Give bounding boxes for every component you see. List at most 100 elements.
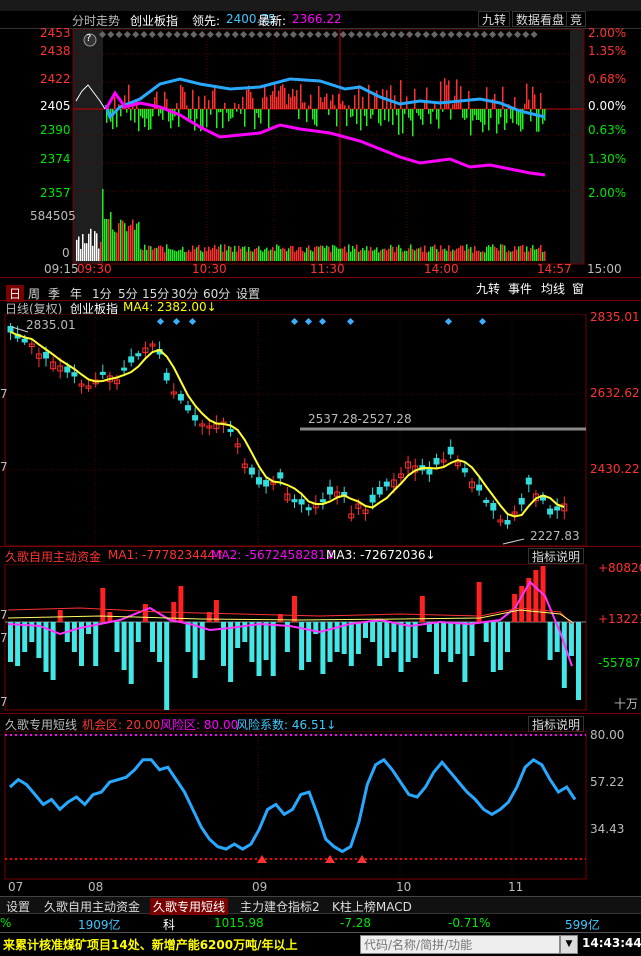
- intraday-buy-bar: [340, 103, 342, 109]
- volume-bar: [446, 250, 448, 261]
- kline-event-diamond: [304, 317, 313, 326]
- volume-bar: [456, 248, 458, 261]
- intraday-sell-bar: [336, 109, 338, 127]
- intraday-buy-bar: [458, 101, 460, 109]
- kline-candle: [305, 507, 312, 511]
- news-ticker[interactable]: 来累计核准煤矿项目14处、新增产能6200万吨/年以上: [3, 936, 297, 953]
- kline-candle: [327, 486, 333, 495]
- period-tab-8[interactable]: 60分: [203, 285, 230, 302]
- intraday-sell-bar: [498, 109, 500, 125]
- volume-bar: [254, 248, 256, 261]
- intraday-buy-bar: [534, 94, 536, 109]
- kline-candle: [248, 467, 255, 475]
- volume-bar: [474, 246, 476, 261]
- data-view-button[interactable]: 数据看盘: [512, 11, 569, 27]
- volume-bar: [226, 250, 228, 261]
- short-header: 久歌专用短线 机会区: 20.00 风险区: 80.00 风险系数: 46.51…: [0, 713, 641, 732]
- intraday-buy-bar: [304, 102, 306, 109]
- period-tab-6[interactable]: 15分: [142, 285, 169, 302]
- period-tab-5[interactable]: 5分: [118, 285, 138, 302]
- volume-bar: [280, 249, 282, 261]
- volume-bar: [502, 244, 504, 261]
- help-icon-glyph[interactable]: ?: [86, 33, 91, 44]
- kline-chart[interactable]: [0, 314, 641, 546]
- pct-tick: 1.30%: [588, 152, 627, 166]
- kline-candle: [376, 487, 383, 495]
- intraday-sell-bar: [244, 109, 246, 127]
- side-tab-2[interactable]: 均线: [541, 280, 565, 297]
- volume-bar: [448, 245, 450, 261]
- volume-bar: [262, 251, 264, 261]
- period-tab-4[interactable]: 1分: [92, 285, 112, 302]
- period-tab-9[interactable]: 设置: [236, 285, 260, 302]
- fund-outflow-bar: [22, 622, 28, 652]
- intraday-sell-bar: [314, 109, 316, 125]
- volume-bar: [146, 249, 148, 261]
- side-tab-3[interactable]: 窗: [572, 280, 584, 297]
- volume-bar: [372, 250, 374, 261]
- kline-event-diamond: [172, 317, 181, 326]
- kline-candle: [99, 371, 106, 375]
- period-tab-2[interactable]: 季: [48, 285, 60, 302]
- intraday-sell-bar: [430, 109, 432, 124]
- kline-candle: [483, 499, 490, 503]
- fund-outflow-bar: [434, 622, 439, 674]
- volume-bar: [180, 249, 182, 261]
- volume-bar: [462, 245, 464, 261]
- volume-bar: [396, 246, 398, 261]
- period-tab-7[interactable]: 30分: [171, 285, 198, 302]
- fund-left-mark-2: 7: [0, 631, 8, 645]
- fund-indicator-help-button[interactable]: 指标说明: [528, 548, 585, 564]
- intraday-title[interactable]: 分时走势: [72, 12, 120, 29]
- volume-bar: [442, 249, 444, 261]
- search-input[interactable]: [360, 935, 560, 954]
- indicator-tab-0[interactable]: 设置: [6, 898, 30, 915]
- bidding-button[interactable]: 竞: [566, 11, 587, 27]
- intraday-sell-bar: [328, 109, 330, 115]
- fund-chart[interactable]: [0, 564, 641, 712]
- volume-bar: [198, 244, 200, 261]
- side-tab-0[interactable]: 九转: [476, 280, 500, 297]
- volume-bar: [494, 246, 496, 261]
- indicator-tab-1[interactable]: 久歌自用主动资金: [44, 898, 140, 915]
- period-tab-1[interactable]: 周: [28, 285, 40, 302]
- volume-bar: [118, 223, 120, 261]
- short-value-tick: 34.43: [590, 822, 625, 836]
- search-dropdown-icon[interactable]: ▼: [560, 935, 578, 954]
- short-indicator-help-button[interactable]: 指标说明: [528, 716, 585, 732]
- volume-bar: [478, 250, 480, 261]
- pct-tick: 0.00%: [588, 99, 627, 113]
- period-tab-0[interactable]: 日: [6, 285, 25, 302]
- side-tab-1[interactable]: 事件: [508, 280, 532, 297]
- volume-bar: [314, 247, 316, 261]
- ticker-chg: -7.28: [340, 916, 372, 930]
- intraday-sell-bar: [418, 109, 420, 116]
- intraday-sell-bar: [428, 109, 430, 115]
- period-tab-3[interactable]: 年: [70, 285, 82, 302]
- volume-bar: [436, 248, 438, 261]
- volume-bar: [368, 250, 370, 261]
- short-value-tick: 80.00: [590, 728, 625, 742]
- jiuzhuan-button[interactable]: 九转: [478, 11, 511, 27]
- volume-bar: [356, 244, 358, 261]
- indicator-tab-3[interactable]: 主力建仓指标2: [240, 898, 320, 915]
- intraday-sell-bar: [188, 109, 190, 119]
- volume-bar: [96, 233, 98, 261]
- volume-bar: [296, 250, 298, 261]
- intraday-buy-bar: [348, 105, 350, 109]
- volume-bar: [492, 244, 494, 261]
- intraday-buy-bar: [334, 105, 336, 109]
- volume-bar: [352, 245, 354, 261]
- marker-diamond: [240, 30, 248, 39]
- indicator-tab-2[interactable]: 久歌专用短线: [150, 898, 229, 915]
- fund-outflow-bar: [270, 622, 276, 676]
- short-chart[interactable]: [0, 731, 641, 881]
- volume-bar: [320, 245, 322, 261]
- volume-bar: [430, 246, 432, 261]
- volume-bar: [126, 231, 128, 261]
- indicator-tab-4[interactable]: K柱上榜MACD: [332, 898, 412, 915]
- intraday-sell-bar: [396, 109, 398, 116]
- intraday-sell-bar: [464, 109, 466, 120]
- pct-tick: 1.35%: [588, 44, 627, 58]
- intraday-buy-bar: [486, 87, 488, 109]
